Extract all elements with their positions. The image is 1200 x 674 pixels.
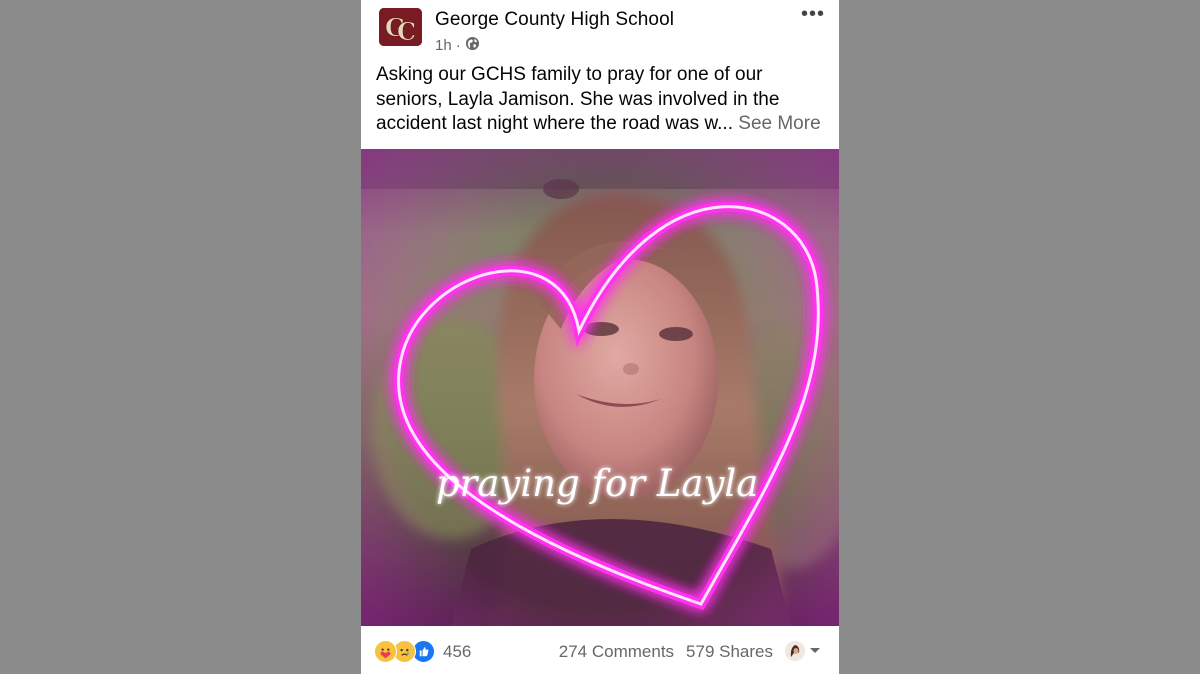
page-name[interactable]: George County High School	[435, 9, 674, 31]
comments-count[interactable]: 274 Comments	[559, 642, 674, 662]
viewer-selector[interactable]	[785, 641, 821, 661]
reaction-summary[interactable]: 456	[374, 640, 471, 663]
post-card: G C George County High School 1h · ••• A…	[361, 0, 839, 674]
avatar	[785, 641, 805, 661]
meta-separator: ·	[455, 36, 461, 54]
reaction-count: 456	[443, 641, 472, 661]
page-logo[interactable]: G C	[379, 8, 422, 46]
care-emoji-icon	[374, 640, 397, 663]
post-image[interactable]: praying for Layla	[361, 149, 839, 626]
globe-icon[interactable]	[465, 36, 480, 55]
gc-logo-mark: G C	[379, 8, 422, 46]
post-header: G C George County High School 1h · •••	[361, 0, 839, 62]
post-meta: 1h ·	[435, 35, 480, 55]
engagement-counts: 274 Comments 579 Shares	[559, 642, 773, 662]
shares-count[interactable]: 579 Shares	[686, 642, 773, 662]
more-horizontal-icon[interactable]: •••	[801, 4, 825, 24]
svg-text:C: C	[397, 17, 416, 46]
see-more-link[interactable]: See More	[738, 113, 820, 134]
post-footer: 456 274 Comments 579 Shares	[361, 626, 839, 674]
post-body-text: Asking our GCHS family to pray for one o…	[376, 64, 780, 134]
post-body: Asking our GCHS family to pray for one o…	[376, 63, 831, 137]
image-overlay-text: praying for Layla	[436, 462, 758, 505]
post-time[interactable]: 1h	[435, 37, 452, 54]
chevron-down-icon	[809, 642, 821, 660]
